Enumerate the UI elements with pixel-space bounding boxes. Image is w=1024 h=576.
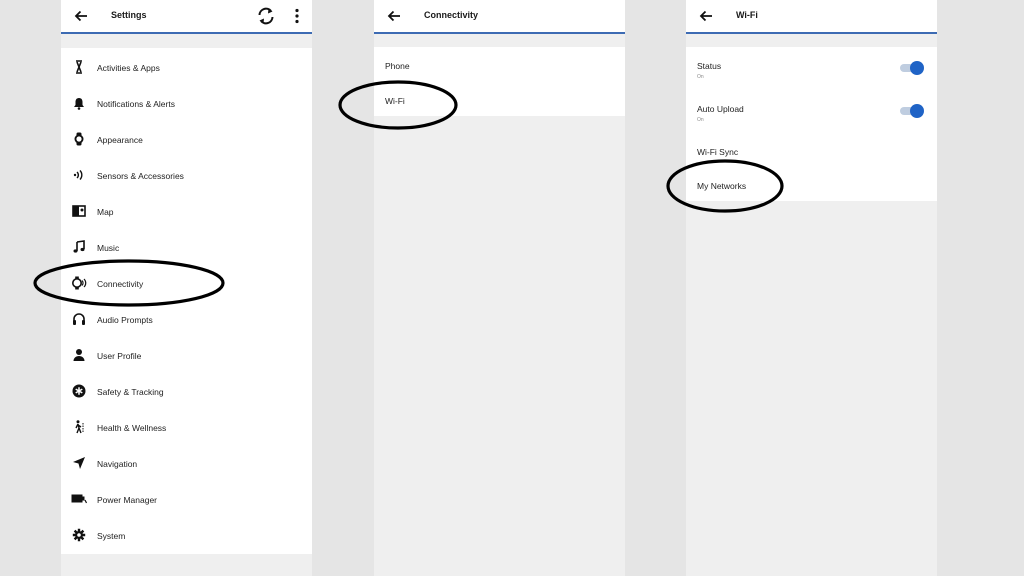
overflow-menu-button[interactable] xyxy=(285,4,309,28)
toggle-knob xyxy=(910,104,924,118)
back-button[interactable] xyxy=(71,6,91,26)
watch-signal-icon xyxy=(71,275,87,291)
back-button[interactable] xyxy=(384,6,404,26)
item-sublabel: On xyxy=(697,117,704,123)
music-note-icon xyxy=(71,239,87,255)
menu-item-notifications[interactable]: Notifications & Alerts xyxy=(61,88,312,118)
back-arrow-icon xyxy=(387,10,400,22)
connectivity-header: Connectivity xyxy=(374,0,625,34)
connectivity-item-phone[interactable]: Phone xyxy=(374,49,625,79)
page-title: Connectivity xyxy=(424,10,479,20)
asterisk-icon xyxy=(71,383,87,399)
menu-item-label: User Profile xyxy=(97,351,142,361)
connectivity-list: Phone Wi-Fi xyxy=(374,47,625,116)
bell-icon xyxy=(71,95,87,111)
gear-icon xyxy=(71,527,87,543)
menu-item-appearance[interactable]: Appearance xyxy=(61,124,312,154)
item-label: Wi-Fi Sync xyxy=(697,147,739,157)
my-networks-row[interactable]: My Networks xyxy=(686,169,937,199)
map-icon xyxy=(71,203,87,219)
more-vertical-icon xyxy=(295,8,299,24)
battery-icon xyxy=(71,491,87,507)
menu-item-label: System xyxy=(97,531,126,541)
item-label: Phone xyxy=(385,61,410,71)
wifi-status-toggle[interactable] xyxy=(900,61,924,75)
connectivity-screen: Connectivity Phone Wi-Fi xyxy=(374,0,625,576)
auto-upload-toggle[interactable] xyxy=(900,104,924,118)
menu-item-label: Power Manager xyxy=(97,495,158,505)
watch-icon xyxy=(71,131,87,147)
headphones-icon xyxy=(71,311,87,327)
wifi-screen: Wi-Fi Status On Auto Upload On Wi-Fi Syn… xyxy=(686,0,937,576)
walker-icon xyxy=(71,419,87,435)
back-arrow-icon xyxy=(699,10,712,22)
menu-item-label: Activities & Apps xyxy=(97,63,160,73)
navigation-arrow-icon xyxy=(71,455,87,471)
item-label: Status xyxy=(697,61,722,71)
sync-icon xyxy=(258,7,274,25)
back-button[interactable] xyxy=(696,6,716,26)
menu-item-label: Health & Wellness xyxy=(97,423,167,433)
back-arrow-icon xyxy=(74,10,87,22)
wifi-sync-row[interactable]: Wi-Fi Sync xyxy=(686,135,937,165)
menu-item-health[interactable]: Health & Wellness xyxy=(61,412,312,442)
connectivity-item-wifi[interactable]: Wi-Fi xyxy=(374,84,625,114)
toggle-knob xyxy=(910,61,924,75)
person-icon xyxy=(71,347,87,363)
menu-item-label: Safety & Tracking xyxy=(97,387,164,397)
item-label: My Networks xyxy=(697,181,747,191)
runner-icon xyxy=(71,59,87,75)
menu-item-label: Notifications & Alerts xyxy=(97,99,175,109)
menu-item-label: Music xyxy=(97,243,120,253)
menu-item-safety[interactable]: Safety & Tracking xyxy=(61,376,312,406)
item-label: Wi-Fi xyxy=(385,96,405,106)
page-title: Wi-Fi xyxy=(736,10,758,20)
menu-item-connectivity[interactable]: Connectivity xyxy=(61,268,312,298)
menu-item-system[interactable]: System xyxy=(61,520,312,550)
menu-item-label: Navigation xyxy=(97,459,138,469)
menu-item-map[interactable]: Map xyxy=(61,196,312,226)
settings-header: Settings xyxy=(61,0,312,34)
menu-item-activities[interactable]: Activities & Apps xyxy=(61,52,312,82)
menu-item-user-profile[interactable]: User Profile xyxy=(61,340,312,370)
sensor-icon xyxy=(71,167,87,183)
item-sublabel: On xyxy=(697,74,704,80)
wifi-settings-list: Status On Auto Upload On Wi-Fi Sync My N… xyxy=(686,47,937,201)
wifi-header: Wi-Fi xyxy=(686,0,937,34)
menu-item-label: Audio Prompts xyxy=(97,315,153,325)
menu-item-power-manager[interactable]: Power Manager xyxy=(61,484,312,514)
item-label: Auto Upload xyxy=(697,104,744,114)
page-title: Settings xyxy=(111,10,147,20)
settings-screen: Settings Activities & Apps Notifications… xyxy=(61,0,312,576)
menu-item-label: Connectivity xyxy=(97,279,144,289)
auto-upload-row[interactable]: Auto Upload On xyxy=(686,92,937,132)
menu-item-audio-prompts[interactable]: Audio Prompts xyxy=(61,304,312,334)
settings-list: Activities & Apps Notifications & Alerts… xyxy=(61,48,312,554)
wifi-status-row[interactable]: Status On xyxy=(686,49,937,89)
menu-item-sensors[interactable]: Sensors & Accessories xyxy=(61,160,312,190)
menu-item-label: Sensors & Accessories xyxy=(97,171,184,181)
menu-item-label: Map xyxy=(97,207,114,217)
sync-button[interactable] xyxy=(254,4,278,28)
menu-item-music[interactable]: Music xyxy=(61,232,312,262)
menu-item-navigation[interactable]: Navigation xyxy=(61,448,312,478)
menu-item-label: Appearance xyxy=(97,135,143,145)
